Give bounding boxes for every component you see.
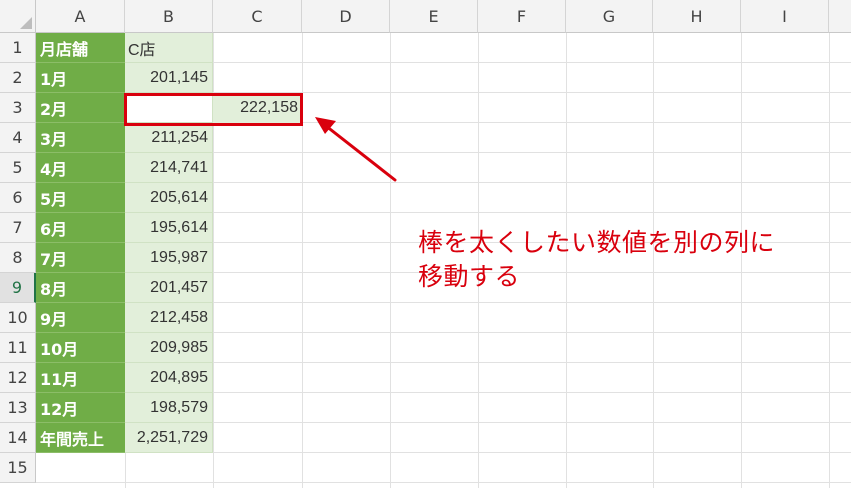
column-header-e[interactable]: E	[390, 0, 478, 33]
column-header-g[interactable]: G	[566, 0, 653, 33]
row-header-15[interactable]: 15	[0, 453, 36, 483]
row-header-2[interactable]: 2	[0, 63, 36, 93]
cell-a13[interactable]: 12月	[36, 393, 125, 423]
cell-b1-header[interactable]: C店	[125, 33, 213, 63]
cell-a10[interactable]: 9月	[36, 303, 125, 333]
cell-b7[interactable]: 195,614	[125, 213, 213, 243]
row-header-8[interactable]: 8	[0, 243, 36, 273]
row-header-3[interactable]: 3	[0, 93, 36, 123]
cell-b14-total[interactable]: 2,251,729	[125, 423, 213, 453]
cell-a3[interactable]: 2月	[36, 93, 125, 123]
row-header-4[interactable]: 4	[0, 123, 36, 153]
column-header-h[interactable]: H	[653, 0, 741, 33]
cell-b10[interactable]: 212,458	[125, 303, 213, 333]
cell-b13[interactable]: 198,579	[125, 393, 213, 423]
column-header-f[interactable]: F	[478, 0, 566, 33]
row-header-5[interactable]: 5	[0, 153, 36, 183]
grid-line	[829, 33, 830, 488]
cell-a4[interactable]: 3月	[36, 123, 125, 153]
cell-a8[interactable]: 7月	[36, 243, 125, 273]
row-header-14[interactable]: 14	[0, 423, 36, 453]
cell-a7[interactable]: 6月	[36, 213, 125, 243]
column-header-i[interactable]: I	[741, 0, 829, 33]
row-header-7[interactable]: 7	[0, 213, 36, 243]
row-header-9[interactable]: 9	[0, 273, 36, 303]
row-header-13[interactable]: 13	[0, 393, 36, 423]
annotation-line-1: 棒を太くしたい数値を別の列に	[418, 228, 776, 257]
cell-b6[interactable]: 205,614	[125, 183, 213, 213]
cell-b11[interactable]: 209,985	[125, 333, 213, 363]
row-header-11[interactable]: 11	[0, 333, 36, 363]
cell-a6[interactable]: 5月	[36, 183, 125, 213]
column-header-d[interactable]: D	[302, 0, 390, 33]
cell-a11[interactable]: 10月	[36, 333, 125, 363]
cell-a12[interactable]: 11月	[36, 363, 125, 393]
highlight-box	[124, 93, 303, 126]
cell-a2[interactable]: 1月	[36, 63, 125, 93]
annotation-line-2: 移動する	[418, 262, 521, 291]
column-header-c[interactable]: C	[213, 0, 302, 33]
column-header-j[interactable]	[829, 0, 851, 33]
cell-b9[interactable]: 201,457	[125, 273, 213, 303]
cell-b12[interactable]: 204,895	[125, 363, 213, 393]
column-header-a[interactable]: A	[36, 0, 125, 33]
cell-a14-total[interactable]: 年間売上	[36, 423, 125, 453]
select-all-corner[interactable]	[0, 0, 36, 33]
column-header-b[interactable]: B	[125, 0, 213, 33]
row-header-1[interactable]: 1	[0, 33, 36, 63]
row-header-12[interactable]: 12	[0, 363, 36, 393]
cell-b8[interactable]: 195,987	[125, 243, 213, 273]
cell-b5[interactable]: 214,741	[125, 153, 213, 183]
annotation-text: 棒を太くしたい数値を別の列に 移動する	[418, 226, 775, 294]
cell-b4[interactable]: 211,254	[125, 123, 213, 153]
grid-line	[390, 33, 391, 488]
spreadsheet-grid: A B C D E F G H I 1 2 3 4 5 6 7 8 9 10 1…	[0, 0, 851, 488]
cell-a5[interactable]: 4月	[36, 153, 125, 183]
cell-a9[interactable]: 8月	[36, 273, 125, 303]
cell-b2[interactable]: 201,145	[125, 63, 213, 93]
cell-a1-header[interactable]: 月店舗	[36, 33, 125, 63]
row-header-10[interactable]: 10	[0, 303, 36, 333]
row-header-6[interactable]: 6	[0, 183, 36, 213]
grid-line	[36, 482, 851, 483]
